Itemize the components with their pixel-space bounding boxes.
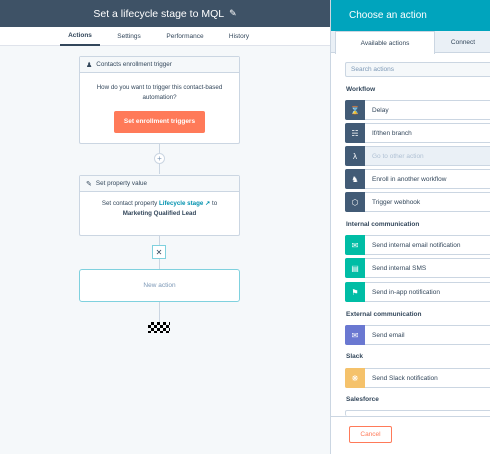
new-action-placeholder[interactable]: New action (79, 269, 240, 302)
action-label: Enroll in another workflow (372, 175, 447, 183)
trigger-card[interactable]: ♟ Contacts enrollment trigger How do you… (79, 56, 240, 144)
search-actions-input[interactable]: Search actions (345, 62, 490, 77)
workflow-icon: ♞ (345, 169, 365, 189)
action-label: Send in-app notification (372, 288, 440, 296)
external-link-icon: ↗ (205, 200, 211, 207)
action-delay[interactable]: ⌛ Delay (345, 100, 490, 120)
choose-action-panel: Choose an action Available actions Conne… (330, 0, 490, 454)
workflow-title[interactable]: Set a lifecycle stage to MQL (93, 8, 224, 20)
section-external-communication: External communication (346, 311, 422, 318)
set-enrollment-triggers-button[interactable]: Set enrollment triggers (113, 110, 206, 134)
branch-icon: ☵ (345, 123, 365, 143)
action-label: Trigger webhook (372, 198, 421, 206)
panel-tabs: Available actions Connect (331, 31, 490, 54)
property-to-word: to (211, 200, 218, 207)
panel-title: Choose an action (331, 0, 490, 31)
end-flag-icon (148, 322, 170, 333)
action-label: Send Slack notification (372, 374, 438, 382)
tab-connect[interactable]: Connect (435, 31, 490, 53)
tab-settings[interactable]: Settings (108, 27, 150, 46)
set-property-card-title: Set property value (95, 180, 147, 187)
panel-footer-divider (331, 416, 490, 417)
action-label: Go to other action (372, 152, 424, 160)
hourglass-icon: ⌛ (345, 100, 365, 120)
add-action-plus-icon[interactable]: + (154, 153, 165, 164)
property-value: Marketing Qualified Lead (122, 209, 197, 217)
section-internal-communication: Internal communication (346, 221, 420, 228)
edit-property-icon: ✎ (86, 180, 92, 188)
tab-history[interactable]: History (220, 27, 258, 46)
goto-icon: λ (345, 146, 365, 166)
section-slack: Slack (346, 353, 363, 360)
action-send-internal-email-notification[interactable]: ✉ Send internal email notification (345, 235, 490, 255)
section-workflow: Workflow (346, 86, 376, 93)
tab-available-actions[interactable]: Available actions (335, 31, 435, 54)
action-label: Delay (372, 106, 389, 114)
trigger-card-title: Contacts enrollment trigger (96, 61, 172, 68)
action-send-internal-sms[interactable]: ▤ Send internal SMS (345, 258, 490, 278)
sms-icon: ▤ (345, 258, 365, 278)
tab-performance[interactable]: Performance (158, 27, 212, 46)
slack-icon: ❋ (345, 368, 365, 388)
lifecycle-stage-link[interactable]: Lifecycle stage (159, 200, 203, 207)
trigger-prompt: How do you want to trigger this contact-… (96, 84, 223, 101)
close-icon[interactable]: ✕ (152, 245, 166, 259)
cancel-button[interactable]: Cancel (349, 426, 392, 443)
set-property-card[interactable]: ✎ Set property value Set contact propert… (79, 175, 240, 236)
set-property-card-header: ✎ Set property value (80, 176, 239, 192)
action-label: Send internal email notification (372, 241, 461, 249)
workflow-tabs: Actions Settings Performance History (0, 27, 330, 46)
pencil-icon[interactable]: ✎ (229, 8, 237, 19)
connector-line (159, 302, 160, 322)
action-label: Send internal SMS (372, 264, 427, 272)
action-enroll-in-another-workflow[interactable]: ♞ Enroll in another workflow (345, 169, 490, 189)
action-go-to-other-action: λ Go to other action (345, 146, 490, 166)
action-send-email[interactable]: ✉ Send email (345, 325, 490, 345)
action-trigger-webhook[interactable]: ⬡ Trigger webhook (345, 192, 490, 212)
trigger-card-header: ♟ Contacts enrollment trigger (80, 57, 239, 73)
tab-actions[interactable]: Actions (60, 27, 100, 46)
bell-icon: ⚑ (345, 282, 365, 302)
action-send-in-app-notification[interactable]: ⚑ Send in-app notification (345, 282, 490, 302)
action-label: If/then branch (372, 129, 412, 137)
email-icon: ✉ (345, 325, 365, 345)
workflow-title-bar: Set a lifecycle stage to MQL ✎ (0, 0, 330, 27)
action-label: Send email (372, 331, 405, 339)
person-icon: ♟ (86, 61, 93, 69)
email-icon: ✉ (345, 235, 365, 255)
section-salesforce: Salesforce (346, 396, 379, 403)
action-send-slack-notification[interactable]: ❋ Send Slack notification (345, 368, 490, 388)
webhook-icon: ⬡ (345, 192, 365, 212)
property-line-prefix: Set contact property (101, 200, 158, 207)
action-if-then-branch[interactable]: ☵ If/then branch (345, 123, 490, 143)
